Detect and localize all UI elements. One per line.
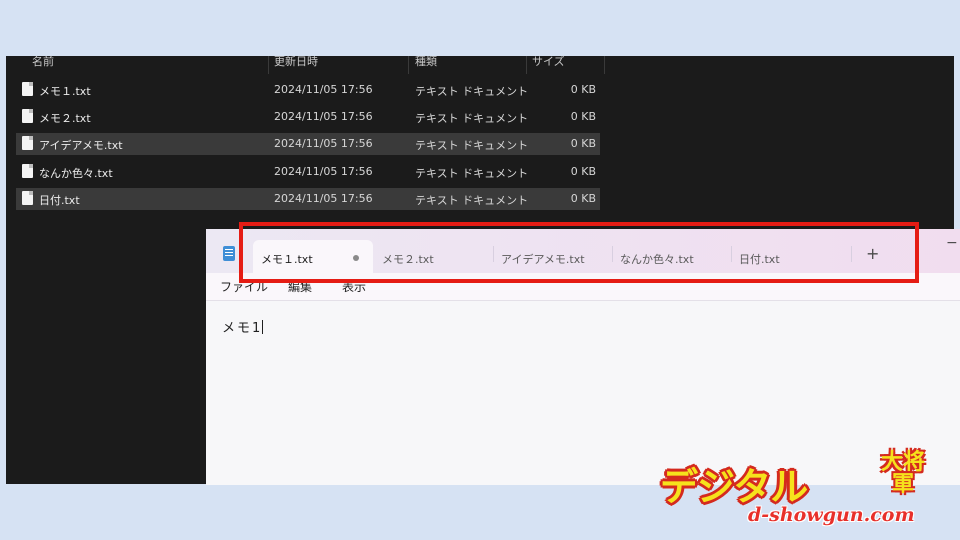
text-file-icon xyxy=(22,191,33,205)
file-size: 0 KB xyxy=(570,137,596,150)
file-size: 0 KB xyxy=(570,110,596,123)
file-type: テキスト ドキュメント xyxy=(415,85,529,98)
site-logo: デジタル 大将軍 d-showgun.com xyxy=(656,452,946,532)
column-type[interactable]: 種類 xyxy=(415,53,437,69)
file-row[interactable]: なんか色々.txt 2024/11/05 17:56 テキスト ドキュメント 0… xyxy=(16,161,600,183)
text-file-icon xyxy=(22,136,33,150)
logo-url: d-showgun.com xyxy=(748,504,915,526)
column-divider[interactable] xyxy=(268,56,269,74)
notepad-app-icon xyxy=(223,246,235,261)
text-file-icon xyxy=(22,82,33,96)
file-type: テキスト ドキュメント xyxy=(415,194,529,207)
file-name: アイデアメモ.txt xyxy=(39,139,123,152)
column-date[interactable]: 更新日時 xyxy=(274,53,318,69)
logo-title: デジタル xyxy=(660,465,808,509)
file-row[interactable]: メモ１.txt 2024/11/05 17:56 テキスト ドキュメント 0 K… xyxy=(16,79,600,101)
file-date: 2024/11/05 17:56 xyxy=(274,192,373,205)
file-type: テキスト ドキュメント xyxy=(415,112,529,125)
file-date: 2024/11/05 17:56 xyxy=(274,165,373,178)
minimize-button[interactable]: − xyxy=(946,235,958,251)
text-file-icon xyxy=(22,109,33,123)
file-size: 0 KB xyxy=(570,83,596,96)
highlight-box xyxy=(239,222,919,283)
column-divider[interactable] xyxy=(408,56,409,74)
logo-subtitle: 大将軍 xyxy=(880,450,925,497)
text-file-icon xyxy=(22,164,33,178)
column-size[interactable]: サイズ xyxy=(532,53,565,69)
file-date: 2024/11/05 17:56 xyxy=(274,137,373,150)
file-type: テキスト ドキュメント xyxy=(415,167,529,180)
column-divider[interactable] xyxy=(604,56,605,74)
file-date: 2024/11/05 17:56 xyxy=(274,110,373,123)
file-size: 0 KB xyxy=(570,192,596,205)
file-type: テキスト ドキュメント xyxy=(415,139,529,152)
file-size: 0 KB xyxy=(570,165,596,178)
file-name: なんか色々.txt xyxy=(39,167,113,180)
text-editor[interactable]: メモ1 xyxy=(222,317,264,336)
column-name[interactable]: 名前 xyxy=(32,53,54,69)
text-caret xyxy=(262,320,264,334)
file-name: メモ２.txt xyxy=(39,112,91,125)
file-row[interactable]: メモ２.txt 2024/11/05 17:56 テキスト ドキュメント 0 K… xyxy=(16,106,600,128)
file-name: 日付.txt xyxy=(39,194,80,207)
file-row[interactable]: アイデアメモ.txt 2024/11/05 17:56 テキスト ドキュメント … xyxy=(16,133,600,155)
column-divider[interactable] xyxy=(526,56,527,74)
file-name: メモ１.txt xyxy=(39,85,91,98)
file-date: 2024/11/05 17:56 xyxy=(274,83,373,96)
file-row[interactable]: 日付.txt 2024/11/05 17:56 テキスト ドキュメント 0 KB xyxy=(16,188,600,210)
editor-content: メモ1 xyxy=(222,321,263,336)
column-header: 名前 更新日時 種類 サイズ xyxy=(6,53,954,74)
